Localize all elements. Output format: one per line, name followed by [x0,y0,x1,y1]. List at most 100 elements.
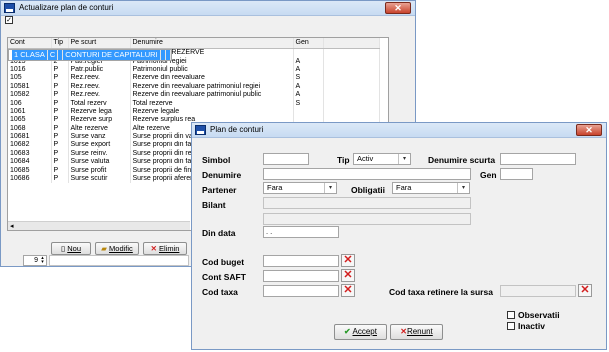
column-header[interactable]: Tip [51,38,69,49]
table-row[interactable]: 1016 P Patr.public Patrimoniul public A [8,65,380,74]
table-cell: A [293,90,324,99]
page-icon: ▯ [61,244,66,253]
column-header[interactable]: Pe scurt [68,38,131,49]
table-cell: Surse valuta [68,157,131,166]
plan-window-title: Plan de conturi [210,125,264,134]
close-icon[interactable]: ✕ [576,124,602,136]
table-cell: P [51,115,69,125]
table-row[interactable]: 10581 P Rez.reev. Rezerve din reevaluare pa… [8,82,380,91]
inactiv-checkbox[interactable] [507,322,515,330]
table-cell-filler [165,49,171,60]
table-cell: Rezerve lega [68,107,131,116]
spinner-arrows-icon[interactable]: ▴ ▾ [39,256,46,265]
table-cell: Rezerve legale [130,107,294,116]
clear-cod-taxa-retinere-icon[interactable]: ✕ [578,284,592,297]
table-cell: Total rezerve [130,98,294,108]
denumire-scurta-input[interactable] [500,153,576,165]
table-cell: 10581 [8,82,52,91]
table-cell: A [293,56,324,66]
table-cell: P [51,157,69,166]
table-cell: 1065 [8,115,52,125]
bilant-label: Bilant [202,200,226,210]
chevron-down-icon[interactable]: ▾ [324,183,336,193]
table-cell: P [51,65,69,74]
column-header[interactable]: Gen [293,38,324,49]
toolbar-checkbox[interactable]: ✓ [5,16,13,24]
table-cell: Surse reinv. [68,149,131,158]
simbol-input[interactable] [263,153,309,165]
scroll-left-icon[interactable]: ◂ [10,222,14,231]
cod-taxa-label: Cod taxa [202,287,238,297]
partener-label: Partener [202,185,237,195]
table-cell-filler [323,48,380,57]
table-cell: 10582 [8,90,52,99]
checkmark-icon: ✔ [344,327,351,336]
table-cell: 10683 [8,149,52,158]
cod-buget-input[interactable] [263,255,339,267]
new-button[interactable]: ▯ Nou [51,242,91,255]
table-row[interactable]: 1061 P Rezerve lega Rezerve legale [8,107,380,116]
horizontal-scrollbar[interactable]: ◂ [8,221,190,230]
table-cell-filler [323,73,380,83]
observatii-checkbox[interactable] [507,311,515,319]
table-cell-filler [323,65,380,74]
gen-input[interactable] [500,168,533,180]
table-row[interactable]: 106 P Total rezerv Total rezerve S [8,98,380,108]
modify-button[interactable]: ▰ Modific [95,242,139,255]
obligatii-label: Obligatii [351,185,385,195]
clear-cod-buget-icon[interactable]: ✕ [341,254,355,267]
gen-label: Gen [480,170,497,180]
table-cell: Rez.reev. [68,73,131,83]
record-spinner[interactable]: 9 ▴ ▾ [23,255,47,266]
table-cell: Surse profit [68,165,131,175]
table-cell: Surse export [68,140,131,150]
table-row[interactable]: 10582 P Rez.reev. Rezerve din reevaluare pa… [8,90,380,99]
table-row[interactable]: 105 P Rez.reev. Rezerve din reevaluare S [8,73,380,83]
cod-taxa-retinere-label: Cod taxa retinere la sursa [389,287,493,297]
table-cell-filler [323,90,380,99]
table-cell: A [293,65,324,74]
clear-cod-taxa-icon[interactable]: ✕ [341,284,355,297]
delete-x-icon: ✕ [150,244,157,253]
cancel-button[interactable]: ✕Renunt [390,324,443,340]
table-cell: Surse scutir [68,174,131,183]
cod-taxa-input[interactable] [263,285,339,297]
column-header[interactable]: Denumire [130,38,294,49]
clear-cod-saft-icon[interactable]: ✕ [341,269,355,282]
table-cell: 1068 [8,124,52,133]
column-header[interactable]: Cont [8,38,52,49]
cancel-x-icon: ✕ [400,327,407,336]
inactiv-label: Inactiv [518,321,545,331]
table-cell: P [51,149,69,158]
cod-buget-label: Cod buget [202,257,245,267]
obligatii-select[interactable]: Fara ▾ [392,182,470,194]
table-cell: Rezerve din reevaluare patrimoniul publi… [130,90,294,99]
footer-field [49,255,189,266]
table-cell: Rezerve din reevaluare [130,73,294,83]
denumire-input[interactable] [263,168,471,180]
delete-button[interactable]: ✕ Elimin [143,242,187,255]
accept-button[interactable]: ✔ Accept [334,324,387,340]
table-cell: Patrimoniul public [130,65,294,74]
denumire-scurta-label: Denumire scurta [428,155,496,165]
chevron-down-icon[interactable]: ▾ [398,154,410,164]
table-cell: 1 CLASA [12,49,48,60]
table-cell: P [51,140,69,150]
back-titlebar: Actualizare plan de conturi ✕ [1,1,415,16]
chevron-down-icon[interactable]: ▾ [457,183,469,193]
plan-titlebar: Plan de conturi ✕ [192,123,606,138]
close-icon[interactable]: ✕ [385,2,411,14]
table-cell [293,48,324,57]
partener-select[interactable]: Fara ▾ [263,182,337,194]
table-cell: 10685 [8,165,52,175]
tip-select[interactable]: Activ ▾ [353,153,411,165]
din-data-input[interactable]: . . [263,226,339,238]
table-cell: Total rezerv [68,98,131,108]
app-icon [195,125,206,135]
table-row[interactable]: 1 CLASA C CONTURI DE CAPITALURI [8,48,172,61]
table-cell: 10686 [8,174,52,183]
tip-label: Tip [337,155,350,165]
din-data-label: Din data [202,228,236,238]
simbol-label: Simbol [202,155,231,165]
cod-saft-input[interactable] [263,270,339,282]
